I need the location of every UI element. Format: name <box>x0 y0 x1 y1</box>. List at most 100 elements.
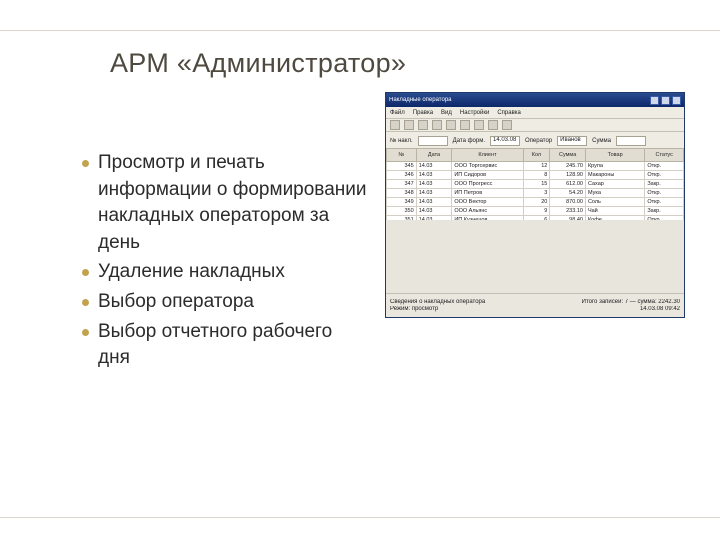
table-row[interactable]: 34914.03ООО Вектор20870.00СольОткр. <box>387 198 684 207</box>
table-header-row: № Дата Клиент Кол Сумма Товар Статус <box>387 149 684 162</box>
menu-item[interactable]: Вид <box>441 110 452 116</box>
filter-label-date: Дата форм. <box>453 138 485 144</box>
table-cell: ООО Торгсервис <box>452 162 523 171</box>
table-cell: 14.03 <box>416 198 452 207</box>
filter-label-sum: Сумма <box>592 138 611 144</box>
table-cell: Мука <box>585 189 644 198</box>
table-header[interactable]: Сумма <box>550 149 586 162</box>
top-divider <box>0 30 720 31</box>
slide-title: АРМ «Администратор» <box>110 48 406 79</box>
table-cell: 14.03 <box>416 171 452 180</box>
table-header[interactable]: Статус <box>645 149 684 162</box>
table-cell: 14.03 <box>416 180 452 189</box>
table-cell: 348 <box>387 189 417 198</box>
table-cell: 612.00 <box>550 180 586 189</box>
table-row[interactable]: 35014.03ООО Альянс9233.10ЧайЗакр. <box>387 207 684 216</box>
bullet-item: Удаление накладных <box>78 259 368 286</box>
table-cell: 245.70 <box>550 162 586 171</box>
toolbar-button[interactable] <box>432 120 442 130</box>
table-header[interactable]: Дата <box>416 149 452 162</box>
menu-item[interactable]: Справка <box>497 110 521 116</box>
menu-item[interactable]: Настройки <box>460 110 489 116</box>
window-titlebar: Накладные оператора <box>386 93 684 107</box>
close-icon[interactable] <box>672 96 681 105</box>
table-cell: ИП Петров <box>452 189 523 198</box>
table-cell: 3 <box>523 189 550 198</box>
table-row[interactable]: 34514.03ООО Торгсервис12245.70КрупаОткр. <box>387 162 684 171</box>
bullet-item: Выбор оператора <box>78 289 368 316</box>
table-cell: Закр. <box>645 180 684 189</box>
maximize-icon[interactable] <box>661 96 670 105</box>
table-cell: ООО Альянс <box>452 207 523 216</box>
status-text: Итого записей: 7 — сумма: 2242.30 <box>582 299 680 305</box>
bullet-item: Просмотр и печать информации о формирова… <box>78 150 368 256</box>
table-cell: Макароны <box>585 171 644 180</box>
data-table: № Дата Клиент Кол Сумма Товар Статус 345… <box>386 148 684 221</box>
toolbar-button[interactable] <box>390 120 400 130</box>
table-cell: 14.03 <box>416 189 452 198</box>
table-cell: Откр. <box>645 171 684 180</box>
toolbar-button[interactable] <box>488 120 498 130</box>
table-header[interactable]: Клиент <box>452 149 523 162</box>
status-text: 14.03.08 09:42 <box>640 306 680 312</box>
table-cell: Крупа <box>585 162 644 171</box>
table-cell: Соль <box>585 198 644 207</box>
table-row[interactable]: 34814.03ИП Петров354.20МукаОткр. <box>387 189 684 198</box>
table-cell: 346 <box>387 171 417 180</box>
table-cell: 233.10 <box>550 207 586 216</box>
filter-field-operator[interactable]: Иванов <box>557 136 587 146</box>
data-grid[interactable]: № Дата Клиент Кол Сумма Товар Статус 345… <box>386 148 684 221</box>
menubar: Файл Правка Вид Настройки Справка <box>386 107 684 119</box>
toolbar <box>386 119 684 132</box>
window-buttons <box>650 96 681 105</box>
table-cell: 128.90 <box>550 171 586 180</box>
table-cell: 347 <box>387 180 417 189</box>
table-cell: Откр. <box>645 189 684 198</box>
bottom-divider <box>0 517 720 518</box>
table-cell: Откр. <box>645 162 684 171</box>
slide: АРМ «Администратор» Просмотр и печать ин… <box>0 0 720 540</box>
bullet-item: Выбор отчетного рабочего дня <box>78 319 368 372</box>
filter-field-date[interactable]: 14.03.08 <box>490 136 520 146</box>
statusbar: Сведения о накладных оператора Итого зап… <box>386 293 684 317</box>
table-cell: Сахар <box>585 180 644 189</box>
menu-item[interactable]: Правка <box>413 110 433 116</box>
table-cell: Закр. <box>645 207 684 216</box>
filter-label-operator: Оператор <box>525 138 552 144</box>
table-cell: 12 <box>523 162 550 171</box>
toolbar-button[interactable] <box>446 120 456 130</box>
table-row[interactable]: 34714.03ООО Прогресс15612.00СахарЗакр. <box>387 180 684 189</box>
table-cell: Откр. <box>645 198 684 207</box>
filter-label-number: № накл. <box>390 138 413 144</box>
table-header[interactable]: Товар <box>585 149 644 162</box>
table-cell: 14.03 <box>416 162 452 171</box>
menu-item[interactable]: Файл <box>390 110 405 116</box>
table-cell: 8 <box>523 171 550 180</box>
table-header[interactable]: № <box>387 149 417 162</box>
table-cell: 350 <box>387 207 417 216</box>
table-cell: 54.20 <box>550 189 586 198</box>
app-body-panel <box>386 220 684 293</box>
table-cell: 14.03 <box>416 207 452 216</box>
table-cell: 870.00 <box>550 198 586 207</box>
filter-field-number[interactable] <box>418 136 448 146</box>
bullet-list: Просмотр и печать информации о формирова… <box>78 150 368 375</box>
toolbar-button[interactable] <box>404 120 414 130</box>
toolbar-button[interactable] <box>502 120 512 130</box>
table-cell: 349 <box>387 198 417 207</box>
minimize-icon[interactable] <box>650 96 659 105</box>
app-window: Накладные оператора Файл Правка Вид Наст… <box>385 92 685 318</box>
window-title: Накладные оператора <box>389 97 452 103</box>
status-text: Режим: просмотр <box>390 306 438 312</box>
table-header[interactable]: Кол <box>523 149 550 162</box>
filter-field-sum[interactable] <box>616 136 646 146</box>
table-cell: 9 <box>523 207 550 216</box>
table-cell: Чай <box>585 207 644 216</box>
table-cell: ИП Сидоров <box>452 171 523 180</box>
table-cell: 15 <box>523 180 550 189</box>
toolbar-button[interactable] <box>418 120 428 130</box>
status-text: Сведения о накладных оператора <box>390 299 485 305</box>
table-row[interactable]: 34614.03ИП Сидоров8128.90МакароныОткр. <box>387 171 684 180</box>
toolbar-button[interactable] <box>460 120 470 130</box>
toolbar-button[interactable] <box>474 120 484 130</box>
